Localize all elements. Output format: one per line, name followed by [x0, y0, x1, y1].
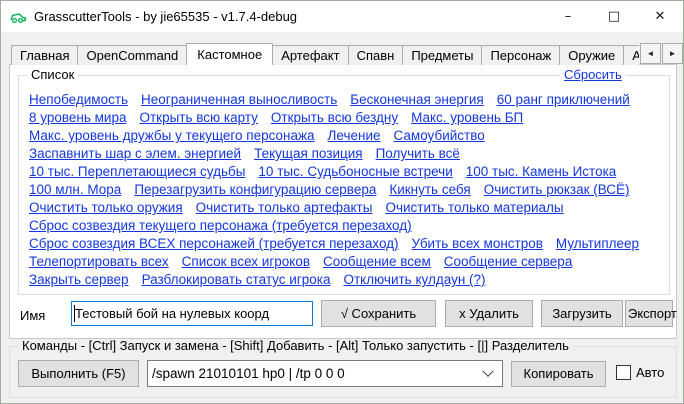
command-link[interactable]: Неограниченная выносливость: [141, 91, 337, 109]
maximize-icon[interactable]: □: [591, 1, 637, 32]
command-link[interactable]: Сообщение сервера: [444, 253, 573, 271]
command-link[interactable]: 100 тыс. Камень Истока: [466, 163, 617, 181]
auto-checkbox[interactable]: [616, 365, 631, 380]
command-link[interactable]: Непобедимость: [29, 91, 128, 109]
tab-page-custom: Список Сбросить Непобедимость Неограничен…: [9, 64, 677, 339]
command-link[interactable]: Отключить кулдаун (?): [343, 271, 485, 289]
command-link[interactable]: Сброс созвездия текущего персонажа (треб…: [29, 217, 412, 235]
command-link[interactable]: Очистить только артефакты: [196, 199, 373, 217]
command-link[interactable]: Текущая позиция: [254, 145, 362, 163]
command-text: /spawn 21010101 hp0 | /tp 0 0 0: [152, 366, 484, 381]
command-link[interactable]: 8 уровень мира: [29, 109, 126, 127]
command-link[interactable]: Убить всех монстров: [412, 235, 543, 253]
command-link[interactable]: Разблокировать статус игрока: [142, 271, 331, 289]
command-link[interactable]: Сброс созвездия ВСЕХ персонажей (требует…: [29, 235, 399, 253]
commands-group-title: Команды - [Ctrl] Запуск и замена - [Shif…: [18, 338, 573, 353]
tab-item[interactable]: Артефакт: [272, 45, 348, 65]
command-link[interactable]: Сообщение всем: [323, 253, 431, 271]
command-link[interactable]: Список всех игроков: [182, 253, 310, 271]
minimize-icon[interactable]: –: [545, 1, 591, 32]
tab-scroll-right-button[interactable]: ►: [662, 43, 683, 64]
window-controls: – □ ✕: [545, 1, 683, 32]
tab-scroll-left-button[interactable]: ◄: [640, 43, 661, 64]
link-row: Заспавнить шар с элем. энергией Текущая п…: [29, 145, 663, 163]
right-arrow-icon: ►: [669, 49, 677, 58]
close-icon[interactable]: ✕: [637, 1, 683, 32]
command-link-list: Непобедимость Неограниченная выносливость…: [29, 91, 663, 289]
copy-button[interactable]: Копировать: [511, 361, 606, 387]
command-link[interactable]: Открыть всю бездну: [271, 109, 398, 127]
command-link[interactable]: Мультиплеер: [556, 235, 639, 253]
command-link[interactable]: Самоубийство: [394, 127, 485, 145]
command-link[interactable]: 100 млн. Мора: [29, 181, 121, 199]
reset-link[interactable]: Сбросить: [560, 67, 626, 82]
tab-item[interactable]: Спавн: [348, 45, 404, 65]
tab-item[interactable]: Предметы: [402, 45, 482, 65]
tab-item[interactable]: Персонаж: [481, 45, 560, 65]
link-row: Телепортировать всех Список всех игроков С…: [29, 253, 663, 271]
app-icon: [9, 9, 27, 25]
command-link[interactable]: Закрыть сервер: [29, 271, 129, 289]
tab-item[interactable]: Оружие: [559, 45, 624, 65]
export-button[interactable]: Экспорт: [625, 300, 673, 327]
link-row: Очистить только оружия Очистить только ар…: [29, 199, 663, 217]
command-link[interactable]: Лечение: [328, 127, 381, 145]
delete-button[interactable]: x Удалить: [445, 300, 533, 327]
command-link[interactable]: 10 тыс. Переплетающиеся судьбы: [29, 163, 245, 181]
link-row: 8 уровень мира Открыть всю карту Открыть в…: [29, 109, 663, 127]
chevron-down-icon[interactable]: [482, 365, 493, 376]
run-button[interactable]: Выполнить (F5): [18, 360, 139, 387]
command-link[interactable]: Телепортировать всех: [29, 253, 169, 271]
list-group-title: Список: [27, 67, 78, 82]
command-link[interactable]: Бесконечная энергия: [350, 91, 483, 109]
command-link[interactable]: Макс. уровень БП: [411, 109, 523, 127]
command-link[interactable]: Очистить только материалы: [385, 199, 563, 217]
link-row: 10 тыс. Переплетающиеся судьбы 10 тыс. Су…: [29, 163, 663, 181]
name-label: Имя: [20, 308, 45, 323]
load-button[interactable]: Загрузить: [541, 300, 623, 327]
tab-item[interactable]: Главная: [11, 45, 78, 65]
link-row: Сброс созвездия ВСЕХ персонажей (требует…: [29, 235, 663, 253]
command-link[interactable]: Макс. уровень дружбы у текущего персонаж…: [29, 127, 315, 145]
left-arrow-icon: ◄: [647, 49, 655, 58]
command-link[interactable]: Открыть всю карту: [139, 109, 257, 127]
command-link[interactable]: 10 тыс. Судьбоносные встречи: [258, 163, 452, 181]
command-combobox[interactable]: /spawn 21010101 hp0 | /tp 0 0 0: [147, 360, 503, 387]
window-title: GrasscutterTools - by jie65535 - v1.7.4-…: [34, 9, 297, 24]
auto-checkbox-label: Авто: [636, 365, 664, 380]
tab-item[interactable]: Аккаунт: [623, 45, 639, 65]
command-link[interactable]: Очистить только оружия: [29, 199, 183, 217]
auto-option: Авто: [616, 365, 664, 380]
titlebar: GrasscutterTools - by jie65535 - v1.7.4-…: [1, 1, 683, 32]
list-groupbox: Список Сбросить НепобедимостьНеограничен…: [18, 75, 670, 295]
tab-item[interactable]: OpenCommand: [77, 45, 187, 65]
link-row: Сброс созвездия текущего персонажа (треб…: [29, 217, 663, 235]
link-row: Непобедимость Неограниченная выносливость…: [29, 91, 663, 109]
command-link[interactable]: 60 ранг приключений: [497, 91, 630, 109]
link-row: 100 млн. Мора Перезагрузить конфигурацию …: [29, 181, 663, 199]
link-row: Закрыть сервер Разблокировать статус игро…: [29, 271, 663, 289]
tab-bar: ГлавнаяOpenCommandКастомноеАртефактСпавн…: [11, 42, 639, 65]
command-link[interactable]: Кикнуть себя: [389, 181, 470, 199]
command-link[interactable]: Заспавнить шар с элем. энергией: [29, 145, 241, 163]
command-link[interactable]: Получить всё: [376, 145, 460, 163]
app-window: GrasscutterTools - by jie65535 - v1.7.4-…: [0, 0, 684, 404]
commands-groupbox: Команды - [Ctrl] Запуск и замена - [Shif…: [9, 346, 677, 398]
name-input[interactable]: Тестовый бой на нулевых коорд: [71, 301, 313, 326]
save-button[interactable]: √ Сохранить: [321, 300, 436, 327]
command-link[interactable]: Перезагрузить конфигурацию сервера: [134, 181, 376, 199]
tab-item[interactable]: Кастомное: [186, 43, 273, 65]
link-row: Макс. уровень дружбы у текущего персонаж…: [29, 127, 663, 145]
command-link[interactable]: Очистить рюкзак (ВСЁ): [484, 181, 630, 199]
